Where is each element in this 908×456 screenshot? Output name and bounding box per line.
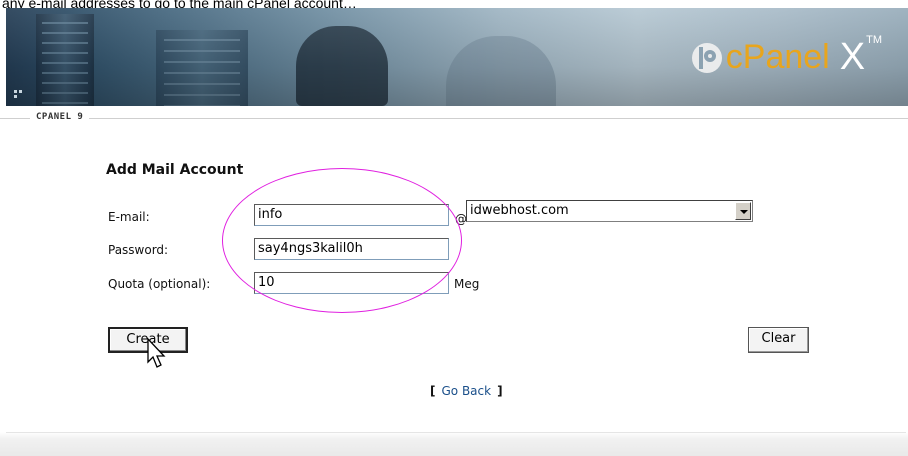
- logo-text: cPanel: [725, 38, 830, 76]
- logo-trademark: TM: [866, 34, 882, 46]
- logo-suffix: X: [839, 36, 866, 78]
- go-back-link[interactable]: Go Back: [441, 384, 491, 398]
- bracket-open: [: [430, 384, 436, 398]
- mouse-pointer-icon: [147, 338, 166, 368]
- password-input[interactable]: say4ngs3kalil0h: [254, 238, 449, 260]
- cpanel-logo-icon: [691, 42, 722, 73]
- password-label: Password:: [108, 243, 169, 257]
- email-input[interactable]: info: [254, 204, 449, 226]
- breadcrumb-divider: [0, 118, 908, 119]
- cpanel-banner: cPanel X TM: [6, 8, 908, 106]
- bracket-close: ]: [497, 384, 503, 398]
- page-title: Add Mail Account: [106, 162, 244, 178]
- banner-dots-decoration: [14, 90, 28, 102]
- quota-unit: Meg: [454, 277, 480, 291]
- chevron-down-icon[interactable]: [735, 202, 751, 220]
- domain-select[interactable]: idwebhost.com: [466, 200, 753, 222]
- go-back-link-group: [ Go Back]: [430, 384, 503, 398]
- email-label: E-mail:: [108, 210, 150, 224]
- cpanel-logo: cPanel X TM: [691, 34, 882, 79]
- clear-button[interactable]: Clear: [748, 327, 809, 353]
- breadcrumb: CPANEL 9: [30, 112, 90, 122]
- quota-input[interactable]: 10: [254, 272, 449, 294]
- footer-band: [0, 432, 908, 456]
- domain-select-value: idwebhost.com: [470, 203, 569, 218]
- quota-label: Quota (optional):: [108, 277, 211, 291]
